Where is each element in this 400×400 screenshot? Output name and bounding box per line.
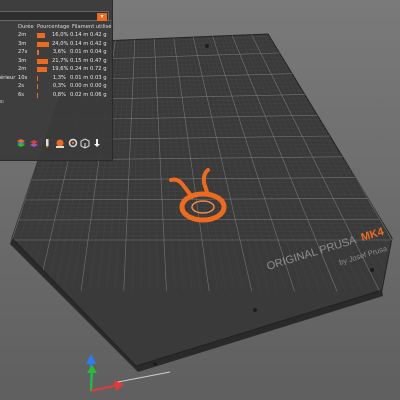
row-length: 0.24 m — [70, 66, 89, 72]
row-duration: 2s — [18, 83, 25, 89]
row-duration: 2m — [18, 32, 27, 38]
row-weight: 0.72 g — [90, 66, 107, 72]
stats-row: 2m 16,0% 0.14 m 0.42 g — [0, 31, 112, 39]
row-weight: 0.06 g — [90, 91, 107, 98]
row-length: 0.00 m — [70, 83, 89, 89]
stats-row: érieur 10s 1,3% 0.01 m 0.03 g — [0, 74, 112, 82]
color-layers-icon[interactable] — [29, 138, 39, 149]
view-type-dropdown[interactable]: ▾ — [0, 11, 109, 21]
row-duration: 2m — [18, 66, 27, 72]
row-length: 0.14 m — [70, 32, 89, 38]
row-percent: 19,6% — [52, 66, 69, 72]
legend-icons-bar — [0, 136, 112, 152]
bed-hole — [153, 362, 157, 366]
row-percent: 1,3% — [52, 74, 66, 81]
percent-bar — [37, 33, 45, 38]
row-length: 0.01 m — [70, 49, 89, 55]
bed-hole — [205, 44, 209, 48]
row-duration: 3m — [18, 57, 27, 64]
percent-bar — [37, 92, 38, 98]
row-length: 0.01 m — [70, 74, 89, 81]
percent-bar — [37, 67, 47, 72]
stats-panel: ▾ Durée Pourcentage Filament utilisé 2m 1… — [0, 0, 113, 161]
layers-icon[interactable] — [16, 138, 26, 149]
percent-bar — [37, 50, 39, 55]
percent-bar — [37, 41, 49, 47]
stats-row: 2m 19,6% 0.24 m 0.72 g — [0, 65, 112, 73]
row-label: érieur — [0, 74, 16, 81]
pencil-icon[interactable] — [42, 138, 52, 149]
row-duration: 10s — [18, 74, 28, 81]
row-duration: 6s — [18, 91, 25, 98]
percent-bar — [37, 84, 38, 89]
row-duration: 27s — [18, 49, 28, 55]
row-percent: 24,0% — [52, 40, 69, 47]
stats-row: 6s 0,8% 0.02 m 0.06 g — [0, 91, 112, 99]
download-icon[interactable] — [92, 138, 102, 149]
percent-bar — [37, 75, 38, 81]
header-duration: Durée — [18, 24, 34, 30]
chevron-down-icon[interactable]: ▾ — [97, 13, 107, 21]
row-percent: 21,7% — [52, 57, 69, 64]
header-percentage: Pourcentage — [37, 24, 70, 30]
row-weight: 0.42 g — [90, 32, 107, 38]
row-weight: 0.47 g — [90, 57, 107, 64]
row-weight: 0.03 g — [90, 74, 107, 81]
row-percent: 0,3% — [52, 83, 66, 89]
row-percent: 0,8% — [52, 91, 66, 98]
header-filament-used: Filament utilisé — [72, 24, 112, 30]
row-length: 0.15 m — [70, 57, 89, 64]
row-weight: 0.04 g — [90, 49, 107, 55]
percent-bar — [37, 58, 48, 64]
cube-icon[interactable] — [80, 138, 90, 149]
stats-row: 3m 21,7% 0.15 m 0.47 g — [0, 57, 112, 65]
bed-hole — [370, 268, 374, 272]
paint-icon[interactable] — [55, 138, 65, 149]
row-length: 0.14 m — [70, 40, 89, 47]
stats-row: 27s 3,6% 0.01 m 0.04 g — [0, 48, 112, 56]
row-weight: 0.00 g — [90, 83, 107, 89]
stats-row: 2s 0,3% 0.00 m 0.00 g — [0, 82, 112, 90]
row-duration: 3m — [18, 40, 27, 47]
row-weight: 0.42 g — [90, 40, 107, 47]
extrusion-icon[interactable] — [68, 138, 78, 149]
row-length: 0.02 m — [70, 91, 89, 98]
bed-hole — [253, 308, 257, 312]
footer-label: s: — [0, 99, 5, 105]
stats-row: 3m 24,0% 0.14 m 0.42 g — [0, 40, 112, 48]
row-percent: 16,0% — [52, 32, 69, 38]
row-percent: 3,6% — [52, 49, 66, 55]
